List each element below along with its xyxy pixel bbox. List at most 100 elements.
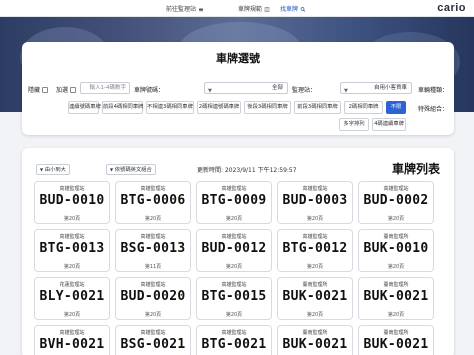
plate-page: 第20頁 bbox=[63, 264, 81, 270]
plate-number: BTG-0013 bbox=[39, 241, 105, 256]
plate-card[interactable]: 臺南監理所BUK-0021第20頁 bbox=[358, 325, 434, 355]
plate-card[interactable]: 臺南監理所BUK-0021第20頁 bbox=[277, 325, 353, 355]
plate-station: 臺南監理所 bbox=[302, 330, 328, 336]
plate-page: 第20頁 bbox=[306, 264, 324, 270]
chip-consecutive[interactable]: 連續號碼車牌 bbox=[68, 101, 101, 114]
plate-station: 花蓮監理站 bbox=[59, 282, 85, 288]
plate-number-label: 車牌號碼： bbox=[134, 87, 165, 94]
plate-card[interactable]: 高雄監理站BTG-0021第20頁 bbox=[196, 325, 272, 355]
plate-station: 高雄監理站 bbox=[221, 186, 247, 192]
vehicle-type-label: 車輛種類： bbox=[417, 87, 448, 94]
plate-list-title: 車牌列表 bbox=[391, 162, 440, 176]
plate-card[interactable]: 高雄監理站 BUD-0002 第20頁 bbox=[358, 181, 434, 224]
plate-number: BUD-0010 bbox=[39, 193, 105, 208]
extra-checkbox[interactable]: 隱藏 bbox=[28, 85, 49, 94]
nav-plate-rules[interactable]: 車牌規範 bbox=[238, 4, 270, 13]
plate-card[interactable]: 臺南監理所 BUK-0010 第20頁 bbox=[358, 229, 434, 272]
filter-panel: 車牌選號 車輛種類： ▼ 自用小客貨車 監理站： ▼ 全部 車牌號碼： 輸入1-… bbox=[22, 42, 454, 135]
nav-find-plate[interactable]: 找車牌 bbox=[280, 4, 306, 13]
filter-title: 車牌選號 bbox=[216, 52, 260, 65]
plate-station: 高雄監理站 bbox=[221, 234, 247, 240]
plate-station: 高雄監理站 bbox=[140, 330, 166, 336]
plate-card[interactable]: 高雄監理站 BUD-0003 第20頁 bbox=[277, 181, 353, 224]
plate-list-panel: 車牌列表 更新時間: 2023/9/11 下午12:59:57 ▼ 依號碼英文組… bbox=[22, 148, 454, 355]
chip-back3-same[interactable]: 後段3碼相同車牌 bbox=[244, 101, 291, 114]
chip-2-consecutive[interactable]: 2碼相連號碼車牌 bbox=[197, 101, 241, 114]
plate-card[interactable]: 高雄監理站 BUD-0012 第20頁 bbox=[196, 229, 272, 272]
checkbox-box[interactable] bbox=[42, 87, 49, 93]
plate-station: 高雄監理站 bbox=[221, 282, 247, 288]
special-combo-label: 特殊組合： bbox=[417, 106, 448, 113]
plate-number: BUK-0021 bbox=[282, 289, 348, 304]
plate-card[interactable]: 高雄監理站 BTG-0009 第20頁 bbox=[196, 181, 272, 224]
plate-page: 第20頁 bbox=[306, 216, 324, 222]
plate-number: BTG-0006 bbox=[120, 193, 186, 208]
top-navigation: cario 找車牌 車牌規範 前往監理站 bbox=[0, 0, 474, 17]
plate-number: BTG-0015 bbox=[201, 289, 267, 304]
plate-page: 第20頁 bbox=[144, 216, 162, 222]
chevron-down-icon: ▼ bbox=[344, 88, 348, 94]
checkbox-box[interactable] bbox=[70, 87, 77, 93]
chip-multi-char[interactable]: 多字排列 bbox=[339, 118, 369, 131]
plate-page: 第20頁 bbox=[306, 312, 324, 318]
plate-number: BLY-0021 bbox=[39, 289, 105, 304]
plate-card[interactable]: 高雄監理站 BTG-0012 第20頁 bbox=[277, 229, 353, 272]
plate-number: BUD-0003 bbox=[282, 193, 348, 208]
chip-front3-same[interactable]: 前段3碼相同車牌 bbox=[294, 101, 341, 114]
plate-card[interactable]: 臺南監理所BUK-0021第20頁 bbox=[358, 277, 434, 320]
plate-station: 高雄監理站 bbox=[140, 234, 166, 240]
plate-number: BUD-0020 bbox=[120, 289, 186, 304]
updated-time: 更新時間: 2023/9/11 下午12:59:57 bbox=[197, 167, 297, 174]
plate-page: 第20頁 bbox=[387, 216, 405, 222]
plate-number-input[interactable]: 輸入1-4碼數字 bbox=[80, 82, 130, 94]
station-select[interactable]: ▼ 全部 bbox=[204, 82, 288, 94]
plate-number: BUD-0012 bbox=[201, 241, 267, 256]
plate-station: 高雄監理站 bbox=[59, 186, 85, 192]
plate-station: 高雄監理站 bbox=[383, 186, 409, 192]
chip-2-same[interactable]: 2碼相同車牌 bbox=[344, 101, 383, 114]
sort-order-select[interactable]: ▼ 依號碼英文組合 bbox=[106, 164, 156, 175]
plate-number: BUK-0021 bbox=[282, 337, 348, 352]
chip-nonconsec-3[interactable]: 不相連3碼相同車牌 bbox=[146, 101, 194, 114]
chip-4-consecutive[interactable]: 4碼連續車牌 bbox=[372, 118, 406, 131]
plate-page: 第20頁 bbox=[225, 216, 243, 222]
plate-number: BSG-0021 bbox=[120, 337, 186, 352]
plate-number: BSG-0013 bbox=[120, 241, 186, 256]
plate-station: 高雄監理站 bbox=[59, 330, 85, 336]
plate-station: 高雄監理站 bbox=[59, 234, 85, 240]
plate-card[interactable]: 高雄監理站 BUD-0020 第20頁 bbox=[115, 277, 191, 320]
plate-station: 臺南監理所 bbox=[302, 282, 328, 288]
chevron-down-icon: ▼ bbox=[208, 88, 212, 94]
plate-station: 高雄監理站 bbox=[302, 186, 328, 192]
chip-front4-same[interactable]: 前段4碼相同車牌 bbox=[102, 101, 143, 114]
plate-station: 臺南監理所 bbox=[383, 330, 409, 336]
plate-card[interactable]: 高雄監理站 BSG-0013 第11頁 bbox=[115, 229, 191, 272]
plate-card[interactable]: 高雄監理站 BTG-0015 第20頁 bbox=[196, 277, 272, 320]
plate-station: 高雄監理站 bbox=[140, 282, 166, 288]
site-logo[interactable]: cario bbox=[437, 2, 466, 14]
plate-card[interactable]: 高雄監理站 BTG-0013 第20頁 bbox=[34, 229, 110, 272]
plate-station: 高雄監理站 bbox=[140, 186, 166, 192]
car-icon bbox=[198, 8, 203, 12]
plate-card[interactable]: 花蓮監理站 BLY-0021 第20頁 bbox=[34, 277, 110, 320]
sort-direction-select[interactable]: ▼ 由小到大 bbox=[36, 164, 70, 175]
plate-card[interactable]: 高雄監理站BSG-0021第20頁 bbox=[115, 325, 191, 355]
chip-all[interactable]: 不限 bbox=[386, 101, 406, 114]
plate-page: 第20頁 bbox=[144, 312, 162, 318]
plate-page: 第20頁 bbox=[387, 264, 405, 270]
plate-station: 臺南監理所 bbox=[383, 234, 409, 240]
plate-station: 臺南監理所 bbox=[383, 282, 409, 288]
plate-card[interactable]: 高雄監理站BVH-0021第20頁 bbox=[34, 325, 110, 355]
book-icon bbox=[264, 7, 270, 12]
vehicle-type-select[interactable]: ▼ 自用小客貨車 bbox=[340, 82, 412, 94]
plate-card[interactable]: 臺南監理所BUK-0021 第20頁 bbox=[277, 277, 353, 320]
plate-number: BTG-0012 bbox=[282, 241, 348, 256]
plate-number: BUK-0010 bbox=[363, 241, 429, 256]
hide-checkbox[interactable]: 加選 bbox=[56, 85, 77, 94]
plate-page: 第20頁 bbox=[225, 312, 243, 318]
plate-station: 高雄監理站 bbox=[221, 330, 247, 336]
plate-card[interactable]: 高雄監理站 BTG-0006 第20頁 bbox=[115, 181, 191, 224]
plate-card[interactable]: 高雄監理站 BUD-0010 第20頁 bbox=[34, 181, 110, 224]
plate-number: BUK-0021 bbox=[363, 337, 429, 352]
nav-go-station[interactable]: 前往監理站 bbox=[166, 4, 204, 13]
